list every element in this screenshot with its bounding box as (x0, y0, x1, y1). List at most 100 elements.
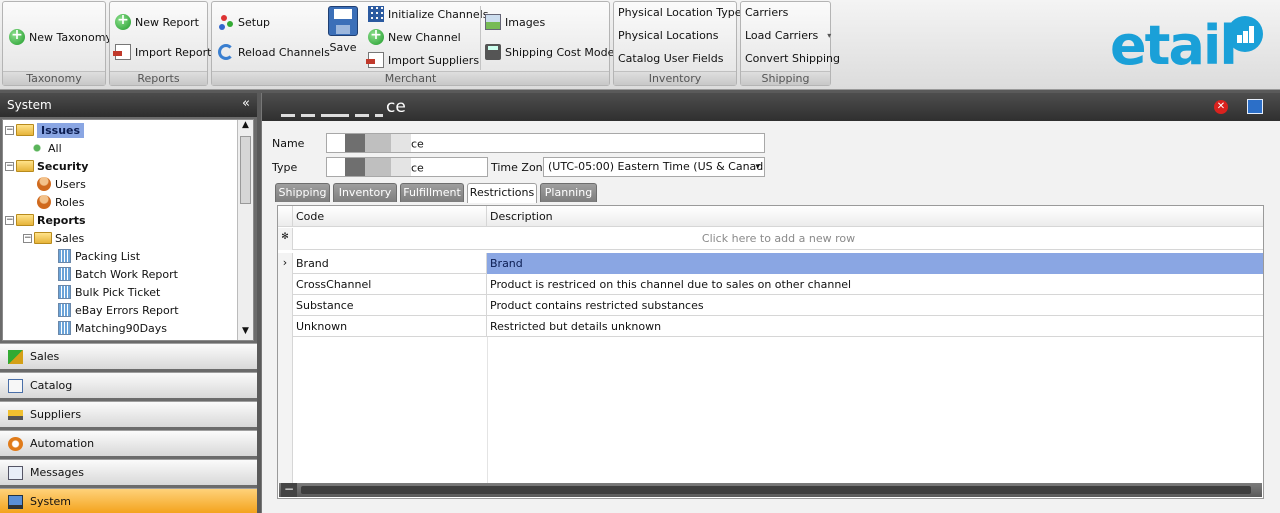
cell-code[interactable]: CrossChannel (293, 274, 487, 295)
tree-scrollbar[interactable]: ▲ ▼ (237, 120, 253, 340)
cell-description[interactable]: Brand (487, 253, 1263, 274)
folder-icon (16, 124, 34, 136)
cell-description[interactable]: Product is restriced on this channel due… (487, 274, 1263, 295)
nav-sales[interactable]: Sales (0, 343, 257, 369)
nav-automation[interactable]: Automation (0, 430, 257, 456)
reload-icon (218, 44, 234, 60)
add-icon (9, 27, 25, 45)
table-row[interactable]: CrossChannel Product is restriced on thi… (278, 274, 1263, 295)
close-icon[interactable]: ✕ (1214, 100, 1228, 114)
nav-catalog[interactable]: Catalog (0, 372, 257, 398)
name-field[interactable]: ce (326, 133, 765, 153)
folder-icon (16, 214, 34, 226)
collapse-toggle-icon[interactable]: − (23, 233, 32, 243)
group-label: Taxonomy (3, 71, 105, 85)
nav-system[interactable]: System (0, 488, 257, 513)
timezone-label: Time Zone (491, 161, 550, 174)
column-header-description[interactable]: Description (487, 206, 1263, 227)
left-panel-title: System (7, 98, 52, 112)
scrollbar-thumb[interactable] (301, 486, 1251, 494)
document-title: ce (278, 97, 406, 117)
nav-messages[interactable]: Messages (0, 459, 257, 485)
tree-node-bulk-pick-ticket[interactable]: Bulk Pick Ticket (58, 283, 160, 301)
scroll-up-icon[interactable]: ▲ (238, 120, 253, 134)
import-suppliers-button[interactable]: Import Suppliers (366, 52, 479, 68)
add-icon (115, 12, 131, 30)
tree-node-batch-work-report[interactable]: Batch Work Report (58, 265, 178, 283)
grid-horizontal-scrollbar[interactable]: − (279, 483, 1262, 497)
logo-text: etail (1110, 14, 1238, 77)
monitor-icon (8, 494, 23, 509)
tree-node-sales[interactable]: − Sales (23, 229, 84, 247)
chevron-down-icon: ▾ (827, 31, 832, 40)
timezone-select[interactable]: (UTC-05:00) Eastern Time (US & Canada) ▾ (543, 157, 765, 177)
tab-inventory[interactable]: Inventory (333, 183, 397, 202)
table-row[interactable]: Unknown Restricted but details unknown (278, 316, 1263, 337)
cell-description[interactable]: Restricted but details unknown (487, 316, 1263, 337)
ribbon: New Taxonomy Taxonomy New Report Import … (0, 0, 1280, 90)
column-divider (487, 337, 488, 483)
tree-node-roles[interactable]: Roles (37, 193, 84, 211)
tab-fulfillment[interactable]: Fulfillment (400, 183, 464, 202)
tree-node-users[interactable]: Users (37, 175, 86, 193)
tab-planning[interactable]: Planning (540, 183, 597, 202)
tree-node-matching90days[interactable]: Matching90Days (58, 319, 167, 337)
grid-header-row: Code Description (278, 206, 1263, 227)
image-icon (485, 14, 501, 30)
cell-code[interactable]: Brand (293, 253, 487, 274)
collapse-toggle-icon[interactable]: − (5, 161, 14, 171)
scroll-down-icon[interactable]: ▼ (238, 326, 253, 340)
restore-window-icon[interactable] (1247, 99, 1263, 114)
physical-location-types-button[interactable]: Physical Location Types (618, 6, 747, 19)
group-label: Reports (110, 71, 207, 85)
import-report-button[interactable]: Import Report (113, 44, 211, 60)
tab-shipping[interactable]: Shipping (275, 183, 330, 202)
save-button[interactable]: Save (328, 6, 358, 54)
shipping-cost-models-button[interactable]: Shipping Cost Models (485, 44, 623, 60)
etail-logo: etail (1108, 12, 1268, 76)
new-report-button[interactable]: New Report (115, 12, 199, 30)
new-row[interactable]: ✻ Click here to add a new row (278, 228, 1263, 250)
type-field[interactable]: ce (326, 157, 488, 177)
redacted-text (345, 134, 411, 152)
images-button[interactable]: Images (485, 14, 545, 30)
cell-code[interactable]: Substance (293, 295, 487, 316)
cell-description[interactable]: Product contains restricted substances (487, 295, 1263, 316)
convert-shipping-button[interactable]: Convert Shipping (745, 52, 840, 65)
tree-node-all[interactable]: All (30, 139, 62, 157)
shipping-group: Carriers Load Carriers ▾ Convert Shippin… (740, 1, 840, 86)
collapse-toggle-icon[interactable]: − (5, 125, 14, 135)
tree-node-reports[interactable]: − Reports (5, 211, 86, 229)
redacted-text (345, 158, 411, 176)
chart-badge-icon (1227, 16, 1263, 52)
tree-node-issues[interactable]: − Issues (5, 121, 85, 139)
scrollbar-thumb[interactable] (240, 136, 251, 204)
initialize-channels-button[interactable]: Initialize Channels (368, 6, 488, 22)
messages-icon (8, 465, 23, 480)
setup-button[interactable]: Setup (218, 14, 270, 30)
report-icon (58, 321, 71, 335)
grid-icon (368, 6, 384, 22)
collapse-icon[interactable]: − (281, 483, 297, 497)
new-taxonomy-button[interactable]: New Taxonomy (9, 27, 112, 45)
carriers-button[interactable]: Carriers (745, 6, 788, 19)
tree-node-security[interactable]: − Security (5, 157, 88, 175)
cell-code[interactable]: Unknown (293, 316, 487, 337)
physical-locations-button[interactable]: Physical Locations (618, 29, 719, 42)
nav-suppliers[interactable]: Suppliers (0, 401, 257, 427)
table-row[interactable]: Substance Product contains restricted su… (278, 295, 1263, 316)
taxonomy-group: New Taxonomy Taxonomy (2, 1, 112, 86)
new-channel-button[interactable]: New Channel (368, 27, 461, 45)
table-row[interactable]: › Brand Brand (278, 253, 1263, 274)
collapse-icon[interactable]: « (242, 96, 250, 111)
tab-restrictions[interactable]: Restrictions (467, 183, 537, 203)
tree-node-packing-list[interactable]: Packing List (58, 247, 140, 265)
load-carriers-button[interactable]: Load Carriers ▾ (745, 29, 831, 42)
left-panel-header: System « (0, 93, 257, 117)
tree-node-ebay-errors-report[interactable]: eBay Errors Report (58, 301, 179, 319)
reload-channels-button[interactable]: Reload Channels (218, 44, 330, 60)
column-header-code[interactable]: Code (293, 206, 487, 227)
catalog-user-fields-button[interactable]: Catalog User Fields (618, 52, 723, 65)
collapse-toggle-icon[interactable]: − (5, 215, 14, 225)
current-row-icon: › (278, 253, 293, 274)
